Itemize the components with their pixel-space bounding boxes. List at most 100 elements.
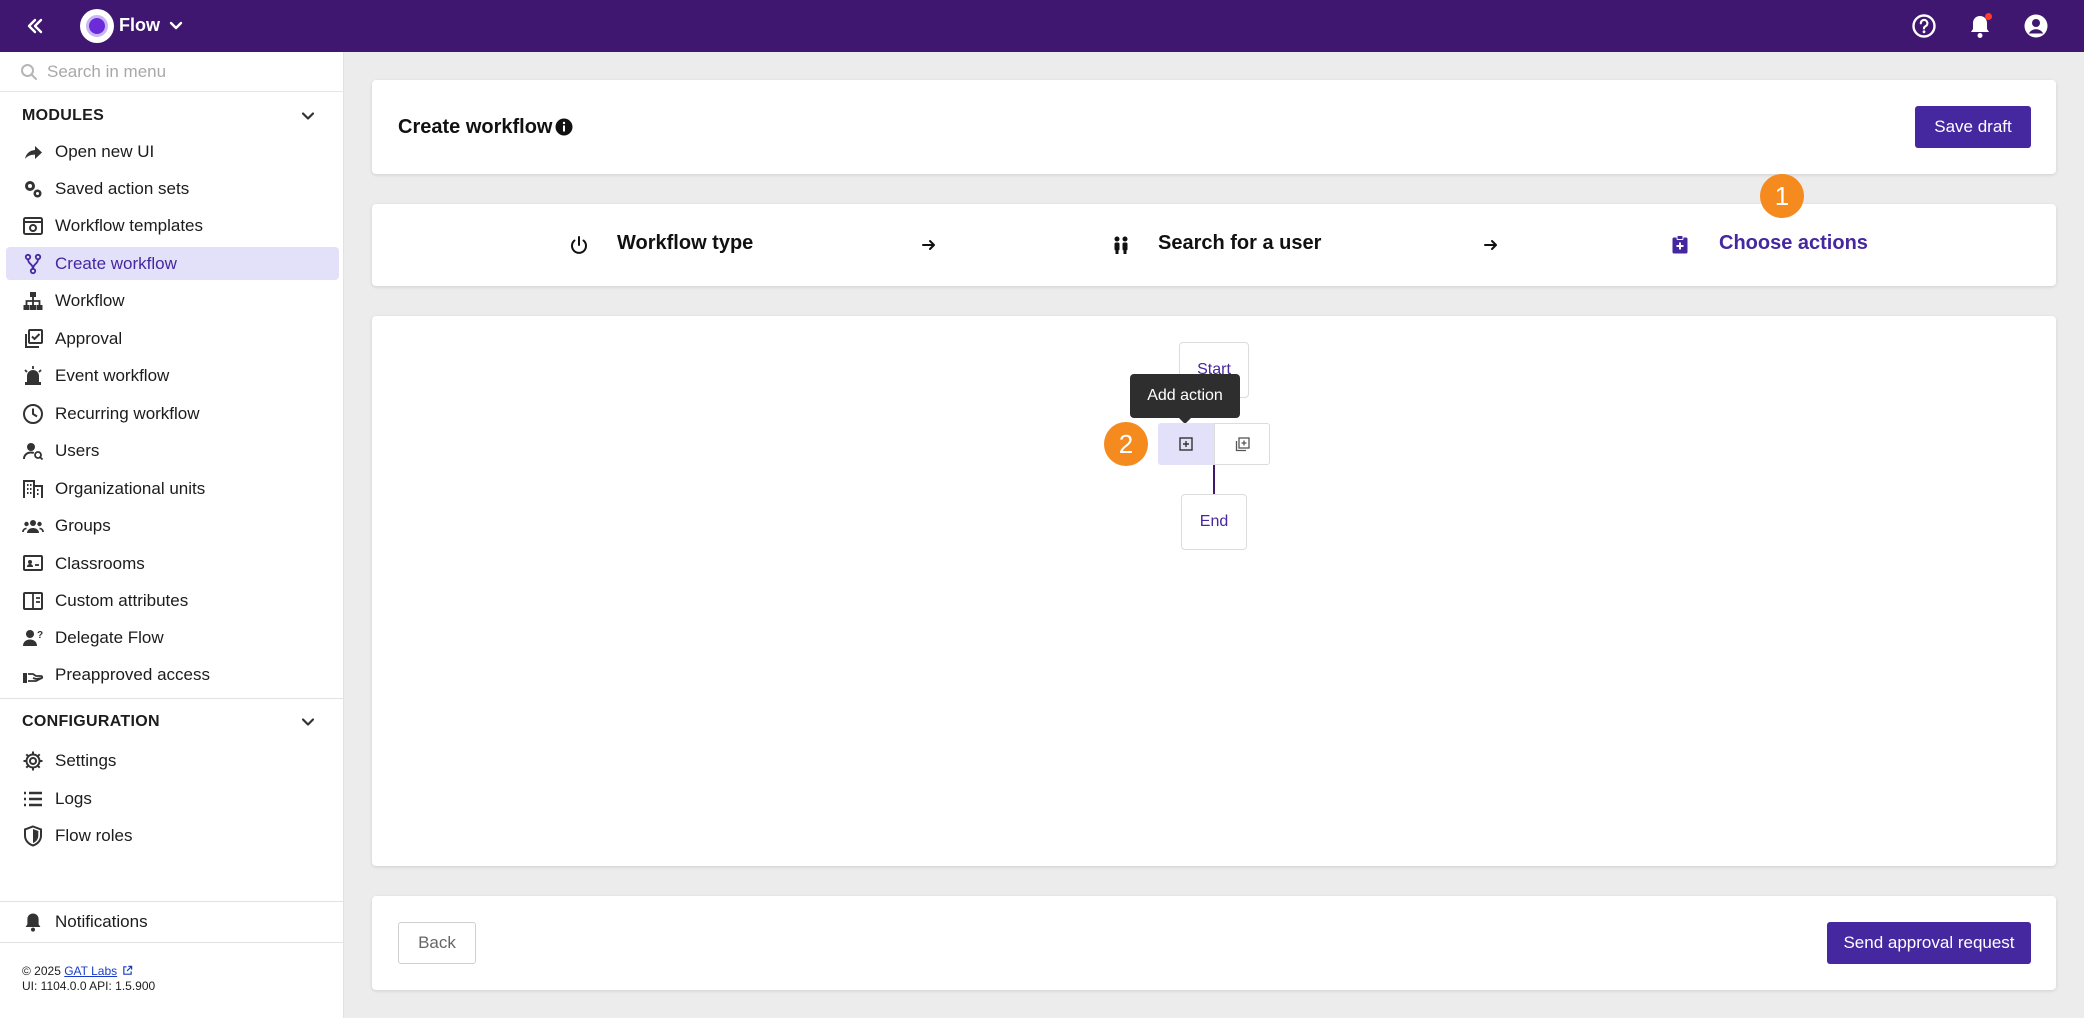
page-title: Create workflow — [398, 116, 553, 138]
power-icon — [571, 236, 587, 254]
step-workflow-type[interactable]: Workflow type — [617, 232, 753, 255]
sidebar-item-label: Settings — [55, 750, 117, 770]
sidebar-item-event-workflow[interactable]: Event workflow — [6, 359, 339, 392]
groups-icon — [22, 520, 44, 533]
sidebar-item-label: Event workflow — [55, 365, 170, 385]
sidebar-item-approval[interactable]: Approval — [6, 322, 339, 355]
workflow-canvas: Start Add action 2 End — [372, 316, 2056, 866]
share-arrow-icon — [25, 146, 42, 159]
external-link-icon[interactable] — [122, 965, 133, 976]
sidebar-item-label: Groups — [55, 515, 111, 535]
step-choose-actions[interactable]: Choose actions — [1719, 232, 1868, 255]
end-node[interactable]: End — [1181, 494, 1247, 550]
classroom-icon — [23, 555, 43, 571]
sidebar-item-create-workflow[interactable]: Create workflow — [6, 247, 339, 280]
shield-icon — [24, 825, 42, 847]
sidebar-item-label: Notifications — [55, 911, 148, 931]
sidebar-item-organizational-units[interactable]: Organizational units — [6, 472, 339, 505]
add-action-button[interactable] — [1158, 423, 1214, 465]
building-icon — [23, 480, 43, 498]
users-icon — [1114, 236, 1128, 254]
sidebar-item-label: Create workflow — [55, 253, 177, 273]
clipboard-add-icon — [1672, 235, 1688, 254]
sidebar-item-delegate-flow[interactable]: ? Delegate Flow — [6, 621, 339, 654]
step-badge-1: 1 — [1760, 174, 1804, 218]
configuration-section-header[interactable]: CONFIGURATION — [0, 704, 344, 740]
approval-icon — [25, 329, 43, 348]
sidebar-item-label: Users — [55, 440, 100, 460]
collapse-sidebar-icon[interactable] — [22, 14, 46, 38]
back-button[interactable]: Back — [398, 922, 476, 964]
clock-icon — [23, 404, 43, 424]
send-approval-request-button[interactable]: Send approval request — [1827, 922, 2031, 964]
sidebar-item-users[interactable]: Users — [6, 434, 339, 467]
step-search-for-user[interactable]: Search for a user — [1158, 232, 1321, 255]
sidebar-search-input[interactable] — [47, 60, 327, 84]
add-box-icon — [1179, 437, 1193, 451]
top-bar: Flow — [0, 0, 2084, 52]
gears-icon — [25, 181, 42, 198]
info-icon[interactable] — [554, 117, 574, 137]
sidebar-item-label: Delegate Flow — [55, 627, 164, 647]
sidebar-item-workflow[interactable]: Workflow — [6, 284, 339, 317]
svg-text:?: ? — [37, 630, 43, 641]
sidebar-item-custom-attributes[interactable]: Custom attributes — [6, 584, 339, 617]
connector-line — [1213, 465, 1215, 495]
header-card: Create workflow Save draft — [372, 80, 2056, 174]
step-badge-2: 2 — [1104, 422, 1148, 466]
configuration-label: CONFIGURATION — [22, 713, 160, 730]
version-info: UI: 1104.0.0 API: 1.5.900 — [22, 979, 156, 993]
arrow-right-icon — [922, 240, 935, 250]
stepper: Workflow type Search for a user Choose a… — [372, 174, 2056, 286]
sidebar-item-label: Approval — [55, 328, 123, 348]
sidebar-item-groups[interactable]: Groups — [6, 509, 339, 542]
notification-dot — [1985, 13, 1992, 20]
library-add-icon — [1235, 436, 1250, 451]
account-icon[interactable] — [2022, 12, 2050, 40]
attributes-icon — [23, 592, 43, 610]
sidebar: MODULES Open new UI Saved action sets Wo… — [0, 52, 344, 1018]
chevron-down-icon — [301, 718, 315, 726]
gat-labs-link[interactable]: GAT Labs — [64, 964, 117, 978]
sidebar-item-notifications[interactable]: Notifications — [6, 905, 339, 938]
template-icon — [23, 217, 43, 235]
sidebar-item-preapproved-access[interactable]: Preapproved access — [6, 658, 339, 691]
flow-logo-icon[interactable] — [80, 9, 114, 43]
copyright: © 2025 — [22, 964, 61, 978]
add-action-tooltip: Add action — [1130, 374, 1240, 424]
delegate-user-icon: ? — [23, 630, 43, 646]
sidebar-item-open-new-ui[interactable]: Open new UI — [6, 135, 339, 168]
notifications-bell[interactable] — [1966, 12, 1994, 40]
sidebar-item-classrooms[interactable]: Classrooms — [6, 547, 339, 580]
chevron-down-icon — [301, 112, 315, 120]
app-name[interactable]: Flow — [119, 15, 160, 36]
save-draft-button[interactable]: Save draft — [1915, 106, 2031, 148]
footer-card: Back Send approval request — [372, 896, 2056, 990]
user-search-icon — [23, 443, 44, 461]
fork-icon — [24, 253, 42, 275]
help-icon[interactable] — [1910, 12, 1938, 40]
sidebar-item-saved-action-sets[interactable]: Saved action sets — [6, 172, 339, 205]
list-icon — [24, 791, 42, 807]
sitemap-icon — [23, 292, 43, 310]
sidebar-item-label: Open new UI — [55, 141, 155, 161]
divider — [0, 901, 344, 902]
arrow-right-icon — [1484, 240, 1497, 250]
preapproved-hand-icon — [23, 673, 44, 683]
sidebar-item-label: Classrooms — [55, 553, 145, 573]
modules-section-header[interactable]: MODULES — [0, 98, 344, 134]
sidebar-item-label: Saved action sets — [55, 178, 190, 198]
sidebar-item-label: Organizational units — [55, 478, 206, 498]
divider — [0, 942, 344, 943]
search-icon — [21, 64, 37, 80]
sidebar-item-recurring-workflow[interactable]: Recurring workflow — [6, 397, 339, 430]
sidebar-item-workflow-templates[interactable]: Workflow templates — [6, 209, 339, 242]
sidebar-item-logs[interactable]: Logs — [6, 782, 339, 815]
sidebar-footer: © 2025 GAT Labs UI: 1104.0.0 API: 1.5.90… — [22, 964, 155, 994]
chevron-down-icon[interactable] — [166, 16, 186, 36]
sidebar-item-label: Workflow templates — [55, 215, 204, 235]
modules-label: MODULES — [22, 107, 105, 124]
add-action-set-button[interactable] — [1214, 423, 1270, 465]
sidebar-item-settings[interactable]: Settings — [6, 744, 339, 777]
sidebar-item-flow-roles[interactable]: Flow roles — [6, 819, 339, 852]
